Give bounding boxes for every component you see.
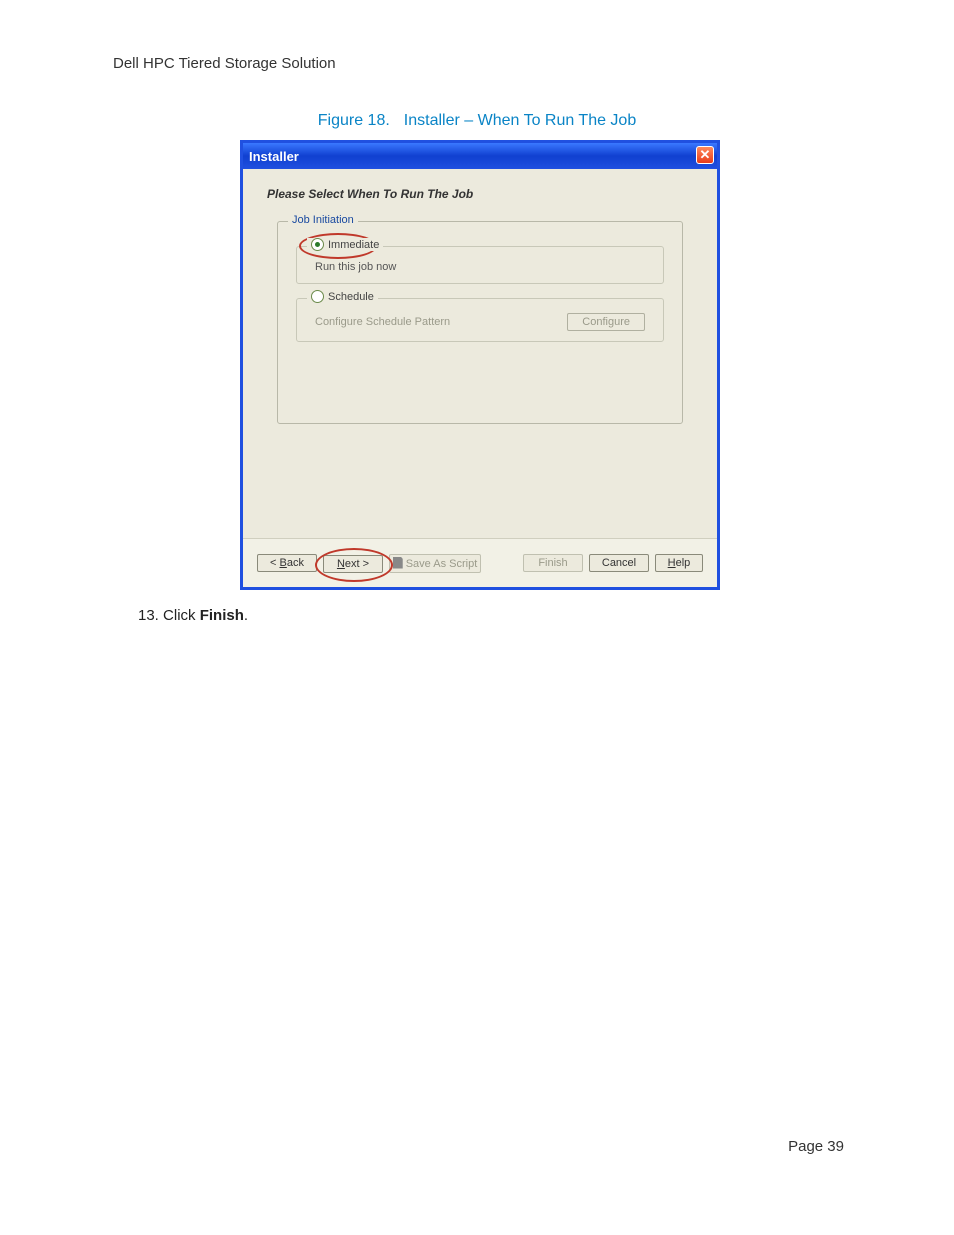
step-bold: Finish [200,607,244,624]
job-initiation-legend: Job Initiation [288,214,358,226]
radio-schedule[interactable] [311,290,324,303]
back-button[interactable]: < Back [257,554,317,572]
immediate-desc: Run this job now [315,261,645,273]
step-post: . [244,607,248,624]
configure-button[interactable]: Configure [567,313,645,331]
back-mnemonic: B [280,557,287,569]
next-wrap: Next > [323,554,383,573]
immediate-option[interactable]: Immediate [307,238,383,251]
dialog-body: Please Select When To Run The Job Job In… [243,169,717,424]
save-icon [393,557,403,569]
help-mnemonic: H [668,557,676,569]
schedule-label: Schedule [328,291,374,303]
close-icon[interactable]: ✕ [696,146,714,164]
finish-button[interactable]: Finish [523,554,583,572]
figure-title: Installer – When To Run The Job [404,112,636,129]
step-13: 13. Click Finish. [138,607,248,624]
help-button[interactable]: Help [655,554,703,572]
page-number: Page 39 [788,1138,844,1155]
button-bar: < Back Next > Save As Script Finish Canc… [243,538,717,587]
job-initiation-group: Job Initiation Immediate Run this job no… [277,221,683,424]
save-as-script-button[interactable]: Save As Script [389,554,481,573]
step-pre: Click [159,607,200,624]
schedule-desc: Configure Schedule Pattern [315,316,450,328]
figure-caption: Figure 18. Installer – When To Run The Jo… [0,112,954,130]
radio-immediate[interactable] [311,238,324,251]
immediate-label: Immediate [328,239,379,251]
window-titlebar: Installer ✕ [243,143,717,169]
schedule-option[interactable]: Schedule [307,290,378,303]
step-number: 13. [138,607,159,624]
back-post: ack [287,557,304,569]
installer-window: Installer ✕ Please Select When To Run Th… [240,140,720,590]
back-pre: < [270,557,279,569]
page-header: Dell HPC Tiered Storage Solution [113,55,336,72]
next-button[interactable]: Next > [323,555,383,573]
immediate-group: Immediate Run this job now [296,246,664,284]
schedule-group: Schedule Configure Schedule Pattern Conf… [296,298,664,342]
next-mnemonic: N [337,558,345,570]
figure-number: Figure 18. [318,112,390,129]
help-post: elp [676,557,691,569]
cancel-button[interactable]: Cancel [589,554,649,572]
window-title: Installer [249,149,299,164]
next-post: ext > [345,558,369,570]
save-label: Save As Script [406,558,478,570]
dialog-prompt: Please Select When To Run The Job [267,187,693,201]
